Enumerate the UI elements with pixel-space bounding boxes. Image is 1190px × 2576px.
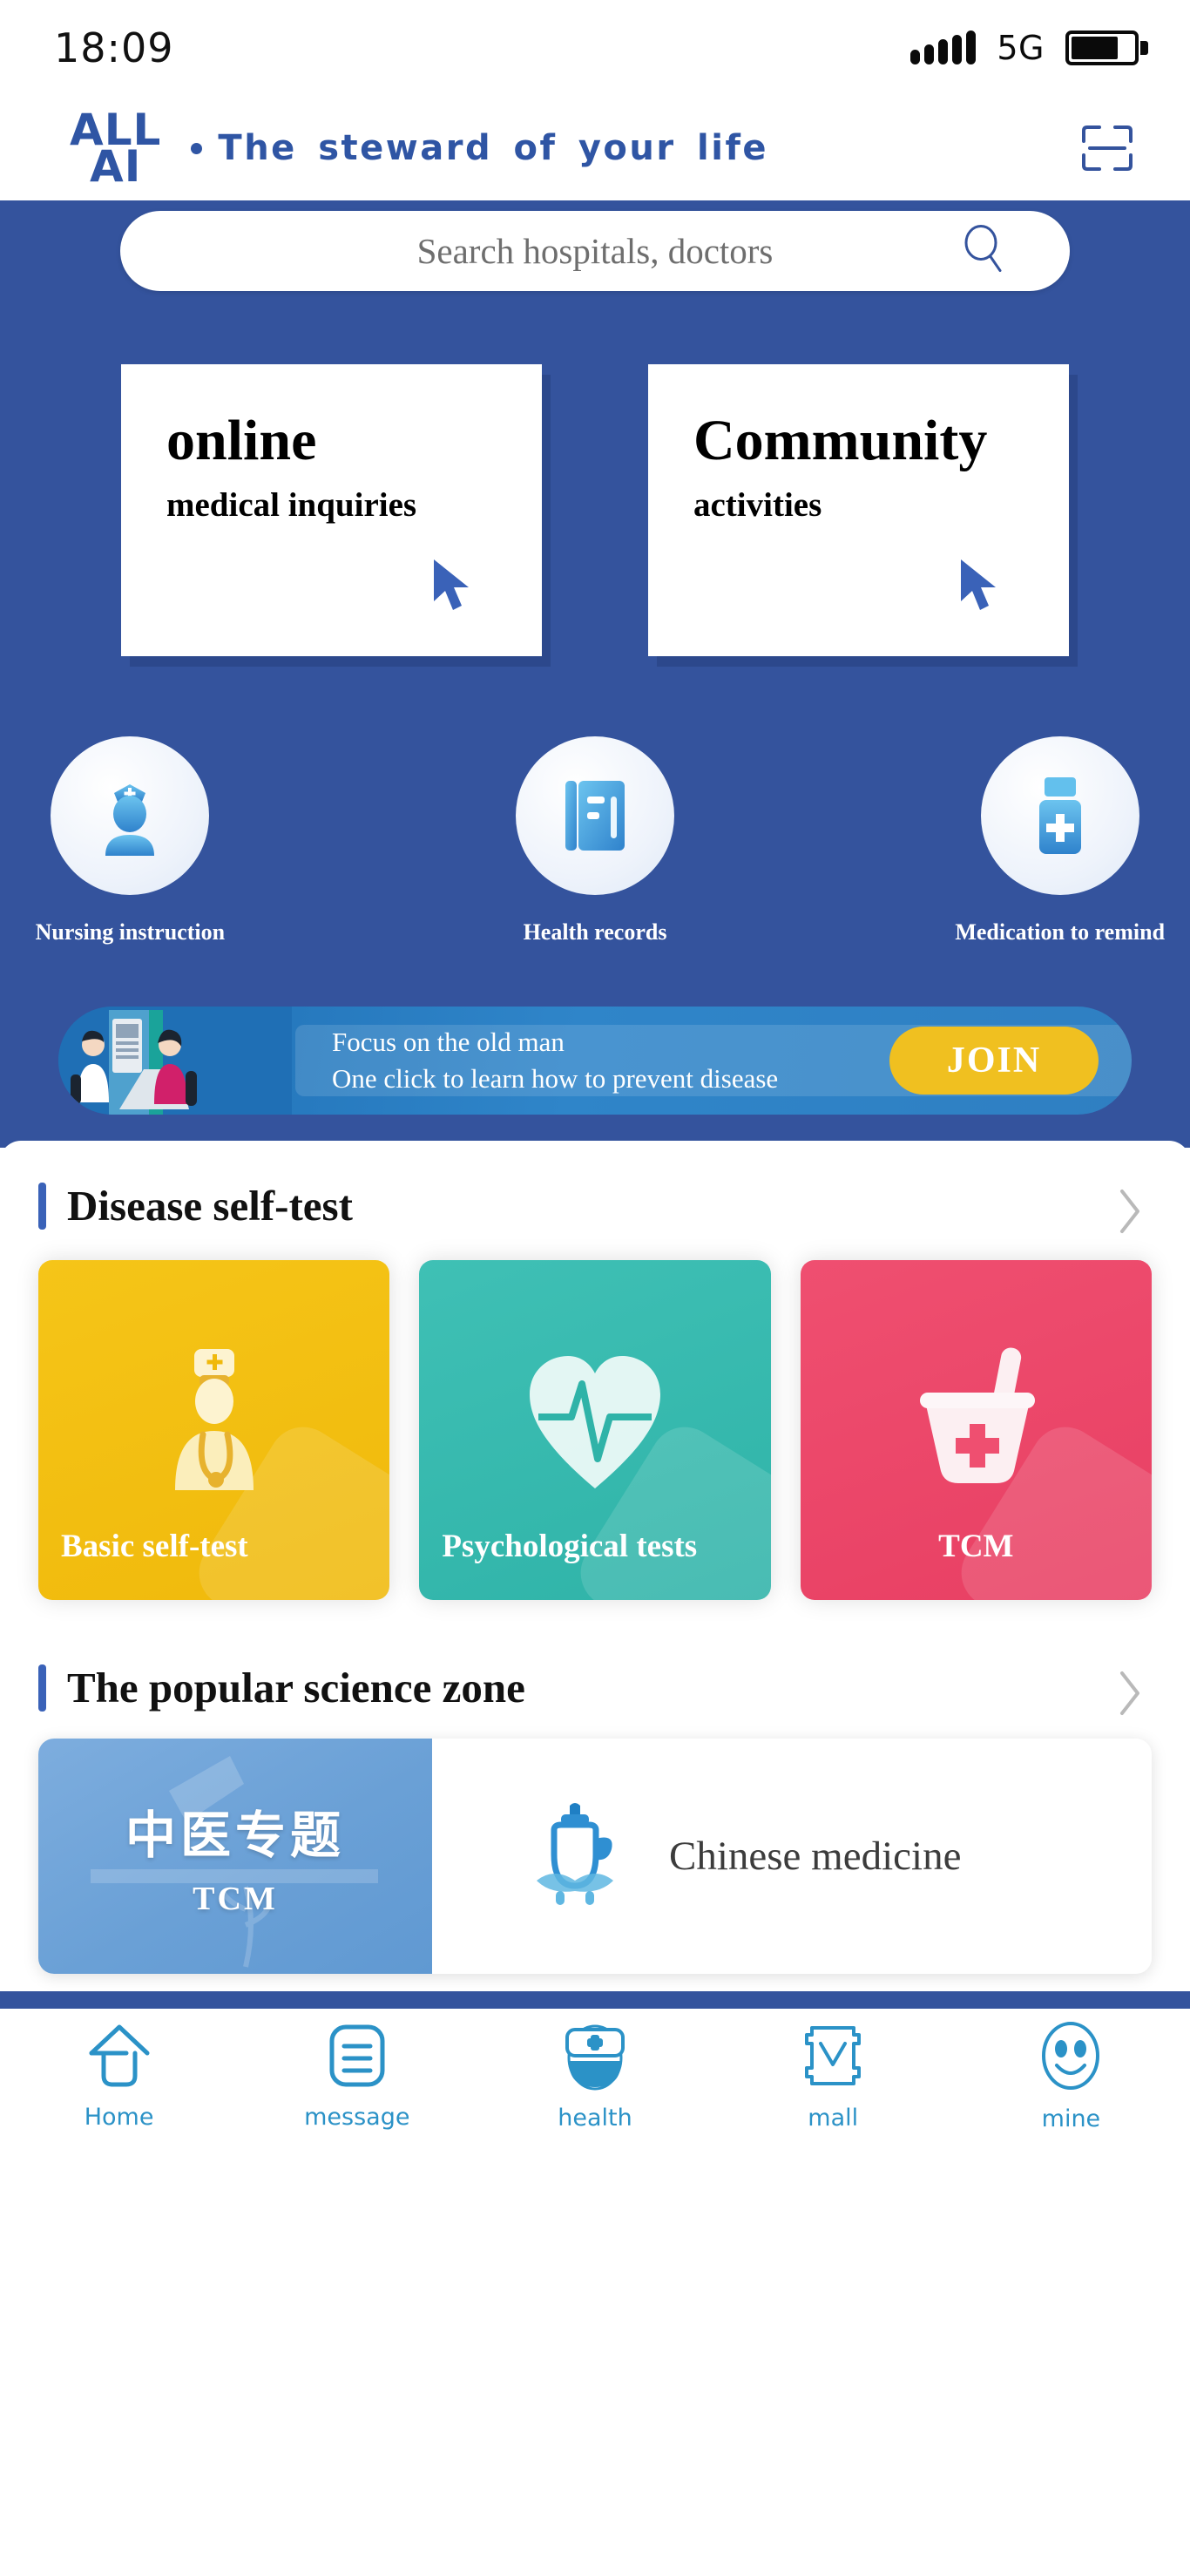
section-header-disease-self-test: Disease self-test — [0, 1141, 1190, 1233]
promo-banner[interactable]: Focus on the old man One click to learn … — [58, 1007, 1132, 1115]
logo-line-2: AI — [90, 141, 142, 192]
mortar-pestle-icon — [906, 1344, 1045, 1495]
feature-medication-remind[interactable]: Medication to remind — [930, 736, 1190, 946]
search-input[interactable]: Search hospitals, doctors — [120, 211, 1070, 291]
card-label: TCM — [938, 1528, 1014, 1564]
smiley-face-icon — [1038, 2020, 1103, 2096]
feature-health-records[interactable]: Health records — [465, 736, 726, 946]
feature-nursing-instruction[interactable]: Nursing instruction — [0, 736, 260, 946]
self-test-card-psychological[interactable]: Psychological tests — [419, 1260, 771, 1600]
chinese-medicine-title: Chinese medicine — [669, 1834, 962, 1879]
section-header-popular-science: The popular science zone — [0, 1600, 1190, 1715]
medicine-pot-icon — [524, 1800, 627, 1913]
hero-panel: Search hospitals, doctors online medical… — [0, 200, 1190, 1148]
tcm-badge-panel: 中医专题 TCM — [38, 1739, 432, 1974]
status-indicators: 5G — [910, 29, 1148, 67]
app-tagline: The steward of your life — [218, 128, 768, 168]
nav-label: health — [558, 2104, 632, 2132]
nav-item-mall[interactable]: mall — [714, 2021, 952, 2132]
brand-dot-icon — [191, 142, 203, 154]
card-label: Psychological tests — [442, 1528, 698, 1564]
status-bar: 18:09 5G — [0, 0, 1190, 96]
medical-bag-icon — [562, 2021, 628, 2095]
nav-item-home[interactable]: Home — [0, 2022, 238, 2131]
nav-item-mine[interactable]: mine — [952, 2020, 1190, 2132]
bottom-navigation: Home message health mall mine — [0, 2009, 1190, 2143]
card-subtitle: activities — [693, 486, 822, 524]
section-title: Disease self-test — [67, 1182, 353, 1230]
battery-icon — [1065, 31, 1148, 65]
search-placeholder: Search hospitals, doctors — [416, 231, 774, 271]
card-title: online — [166, 409, 317, 472]
nav-top-strip — [0, 1991, 1190, 2009]
disease-self-test-card-row: Basic self-test Psychological tests TCM — [0, 1230, 1190, 1600]
heart-pulse-icon — [521, 1344, 669, 1498]
doctor-consultation-illustration — [58, 1007, 292, 1115]
search-icon[interactable] — [960, 224, 1007, 279]
content-sheet: Disease self-test Basic self-test Psycho… — [0, 1141, 1190, 1991]
community-activities-card[interactable]: Community activities — [648, 364, 1069, 656]
feature-shortcut-row: Nursing instruction Health records Medic… — [0, 736, 1190, 946]
chevron-right-icon[interactable] — [1115, 1186, 1145, 1241]
card-label: Basic self-test — [61, 1528, 248, 1564]
nav-label: message — [304, 2103, 410, 2131]
chinese-medicine-card[interactable]: 中医专题 TCM Chinese medicine — [38, 1739, 1152, 1974]
network-type-label: 5G — [997, 29, 1045, 67]
feature-label: Nursing instruction — [35, 919, 226, 945]
doctor-icon — [149, 1344, 280, 1496]
popular-science-row: 中医专题 TCM Chinese medicine — [0, 1712, 1190, 1974]
self-test-card-tcm[interactable]: TCM — [800, 1260, 1152, 1600]
join-button[interactable]: JOIN — [889, 1027, 1099, 1095]
medicine-bottle-icon — [980, 736, 1139, 895]
section-accent-bar — [38, 1182, 46, 1230]
nav-item-health[interactable]: health — [476, 2021, 713, 2132]
section-title: The popular science zone — [67, 1664, 525, 1712]
card-title: Community — [693, 409, 988, 472]
feature-label: Medication to remind — [955, 919, 1166, 945]
search-section: Search hospitals, doctors — [0, 200, 1190, 291]
cursor-arrow-icon — [956, 558, 1004, 618]
nav-label: Home — [84, 2103, 154, 2131]
chinese-medicine-content: Chinese medicine — [432, 1739, 1152, 1974]
online-inquiry-card[interactable]: online medical inquiries — [121, 364, 542, 656]
scan-qr-icon[interactable] — [1078, 122, 1136, 174]
section-accent-bar — [38, 1664, 46, 1712]
self-test-card-basic[interactable]: Basic self-test — [38, 1260, 390, 1600]
mall-bag-icon — [801, 2021, 864, 2095]
records-book-icon — [516, 736, 674, 895]
app-header: ALL AI The steward of your life — [0, 96, 1190, 200]
hero-card-row: online medical inquiries Community activ… — [0, 364, 1190, 656]
message-list-icon — [325, 2022, 389, 2094]
home-icon — [85, 2022, 154, 2094]
signal-bars-icon — [910, 31, 977, 64]
nav-item-message[interactable]: message — [238, 2022, 476, 2131]
nav-label: mall — [808, 2104, 859, 2132]
chevron-right-icon[interactable] — [1115, 1668, 1145, 1723]
card-subtitle: medical inquiries — [166, 486, 417, 524]
status-time: 18:09 — [54, 24, 174, 71]
feature-label: Health records — [523, 919, 667, 945]
cursor-arrow-icon — [429, 558, 477, 618]
nurse-icon — [51, 736, 210, 895]
app-logo: ALL AI — [70, 108, 161, 192]
nav-label: mine — [1041, 2105, 1101, 2132]
